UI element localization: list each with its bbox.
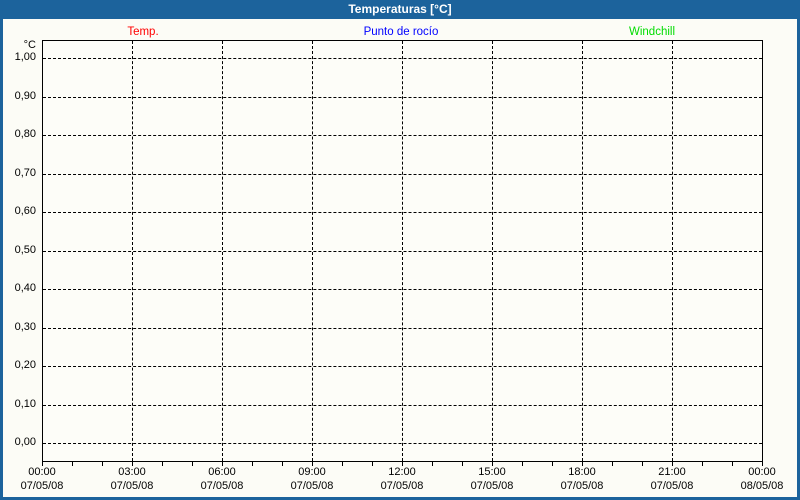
legend-item-windchill: Windchill (628, 26, 676, 38)
x-tick-time: 12:00 (388, 466, 416, 478)
v-gridline (132, 41, 133, 461)
x-tick-time: 09:00 (298, 466, 326, 478)
temperature-chart-window: Temperaturas [°C] Temp. Punto de rocío W… (0, 0, 800, 500)
y-tick-label: 0,90 (14, 89, 36, 102)
y-tick-label: 0,00 (14, 436, 36, 448)
v-gridline (672, 41, 673, 461)
plot-area (42, 40, 763, 462)
x-tick-date: 08/05/08 (740, 480, 784, 492)
legend-item-dew-point: Punto de rocío (363, 26, 439, 38)
y-tick-label: 0,10 (14, 397, 36, 410)
y-tick-label: 0,50 (14, 243, 36, 256)
x-tick-date: 07/05/08 (200, 480, 244, 492)
y-tick-label: 0,80 (14, 128, 36, 140)
x-tick-date: 07/05/08 (290, 480, 334, 492)
x-tick-date: 07/05/08 (20, 480, 64, 492)
chart-title: Temperaturas [°C] (348, 2, 452, 16)
x-tick-date: 07/05/08 (470, 480, 514, 492)
x-tick-time: 06:00 (208, 466, 236, 478)
y-tick-label: 0,20 (14, 359, 36, 371)
v-gridline (222, 41, 223, 461)
x-tick-time: 03:00 (118, 466, 146, 478)
x-tick-time: 18:00 (568, 466, 596, 478)
x-tick-time: 00:00 (748, 466, 776, 478)
x-tick-date: 07/05/08 (560, 480, 604, 492)
x-tick-time: 00:00 (28, 466, 56, 478)
legend-item-temp: Temp. (127, 26, 159, 38)
x-tick-date: 07/05/08 (650, 480, 694, 492)
v-gridline (312, 41, 313, 461)
y-tick-label: 0,60 (14, 205, 36, 217)
v-gridline (582, 41, 583, 461)
y-tick-label: 0,40 (14, 282, 36, 294)
x-tick-date: 07/05/08 (380, 480, 424, 492)
v-gridline (492, 41, 493, 461)
y-tick-label: 0,30 (14, 320, 36, 333)
y-tick-label: 1,00 (14, 51, 36, 63)
title-bar: Temperaturas [°C] (0, 0, 800, 19)
x-tick-date: 07/05/08 (110, 480, 154, 492)
y-tick-label: 0,70 (14, 166, 36, 179)
v-gridline (402, 41, 403, 461)
x-tick-time: 15:00 (478, 466, 506, 478)
x-tick-time: 21:00 (658, 466, 686, 478)
